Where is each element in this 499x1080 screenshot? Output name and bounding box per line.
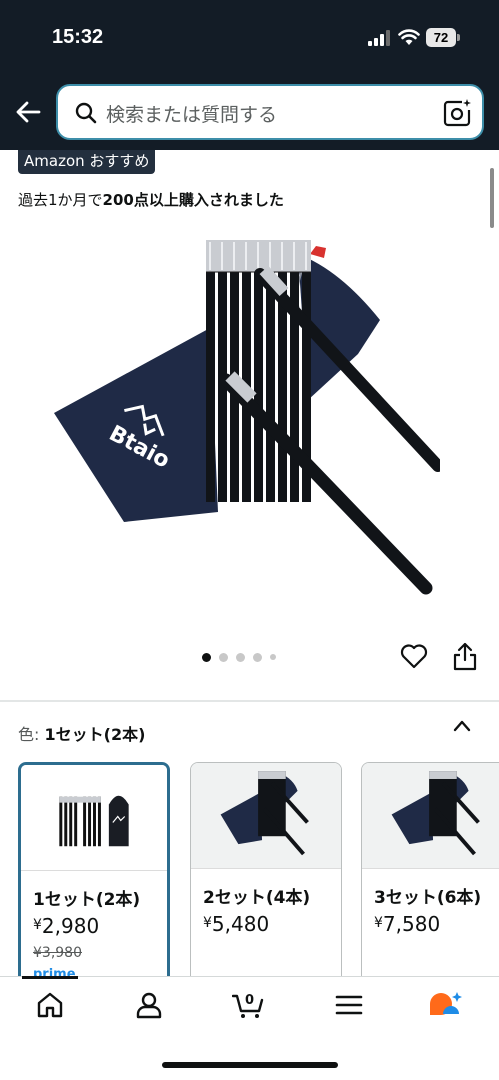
variation-price: ¥5,480 bbox=[203, 912, 269, 936]
image-pagination[interactable] bbox=[202, 652, 276, 662]
variation-price: ¥7,580 bbox=[374, 912, 440, 936]
variation-label: 色: bbox=[18, 725, 40, 744]
search-bar[interactable]: 検索または質問する bbox=[56, 84, 484, 140]
variation-name: 3セット(6本) bbox=[374, 888, 482, 908]
variation-price-value: 5,480 bbox=[211, 912, 270, 936]
variation-options: 1セット(2本) ¥2,980 ¥3,980 prime 2セット(4本) ¥5… bbox=[18, 762, 499, 976]
variation-thumb-2set bbox=[191, 763, 341, 869]
pagination-dot-1[interactable] bbox=[202, 652, 211, 662]
battery-level: 72 bbox=[426, 28, 456, 47]
status-time: 15:32 bbox=[52, 26, 104, 48]
home-indicator bbox=[162, 1062, 338, 1068]
menu-icon[interactable] bbox=[334, 990, 364, 1020]
purchase-note-count: 200点以上購入されました bbox=[102, 191, 284, 209]
search-placeholder: 検索または質問する bbox=[106, 104, 278, 126]
status-bar: 15:32 72 bbox=[0, 0, 499, 72]
search-icon bbox=[75, 102, 97, 124]
variation-name: 2セット(4本) bbox=[203, 888, 311, 908]
home-icon[interactable] bbox=[35, 990, 65, 1020]
variation-price-currency: ¥ bbox=[33, 917, 42, 933]
battery-indicator: 72 bbox=[426, 28, 460, 47]
variation-price-currency: ¥ bbox=[203, 915, 212, 931]
product-image[interactable]: Btaio bbox=[40, 230, 440, 610]
variation-price-value: 2,980 bbox=[41, 914, 100, 938]
purchase-note-prefix: 過去1か月で bbox=[18, 191, 103, 209]
cart-icon[interactable]: 0 bbox=[232, 990, 266, 1020]
variation-old-price: ¥3,980 bbox=[33, 945, 82, 961]
active-tab-indicator bbox=[22, 976, 78, 979]
variation-name: 1セット(2本) bbox=[33, 890, 141, 910]
rufus-icon[interactable] bbox=[428, 990, 464, 1020]
chevron-up-icon[interactable] bbox=[452, 716, 472, 736]
account-icon[interactable] bbox=[134, 990, 164, 1020]
pagination-dot-3[interactable] bbox=[236, 652, 245, 662]
variation-price-currency: ¥ bbox=[374, 915, 383, 931]
variation-option-1set[interactable]: 1セット(2本) ¥2,980 ¥3,980 prime bbox=[18, 762, 170, 976]
pagination-dot-5[interactable] bbox=[270, 654, 276, 660]
amazon-recommend-badge: Amazon おすすめ bbox=[18, 150, 156, 174]
variation-price-value: 7,580 bbox=[382, 912, 441, 936]
variation-option-2set[interactable]: 2セット(4本) ¥5,480 bbox=[190, 762, 342, 976]
variation-label-row: 色: 1セット(2本) bbox=[18, 721, 145, 745]
scrollbar[interactable] bbox=[490, 168, 494, 228]
back-arrow-icon[interactable] bbox=[14, 98, 42, 126]
cart-count: 0 bbox=[245, 993, 254, 1008]
pagination-dot-4[interactable] bbox=[253, 652, 262, 662]
wifi-icon bbox=[398, 29, 420, 45]
battery-cap bbox=[457, 34, 460, 41]
variation-price: ¥2,980 bbox=[33, 914, 99, 938]
camera-search-icon[interactable] bbox=[442, 98, 472, 128]
share-icon[interactable] bbox=[452, 641, 478, 671]
variation-selected-value: 1セット(2本) bbox=[44, 725, 146, 744]
prime-badge: prime bbox=[33, 967, 76, 976]
section-divider bbox=[0, 700, 499, 702]
pagination-dot-2[interactable] bbox=[219, 652, 228, 662]
variation-option-3set[interactable]: 3セット(6本) ¥7,580 bbox=[361, 762, 499, 976]
variation-thumb-3set bbox=[362, 763, 499, 869]
variation-thumb-1set bbox=[21, 765, 167, 871]
heart-icon[interactable] bbox=[400, 643, 428, 669]
cellular-signal-icon bbox=[368, 30, 390, 46]
purchase-count-note: 過去1か月で200点以上購入されました bbox=[18, 189, 284, 210]
